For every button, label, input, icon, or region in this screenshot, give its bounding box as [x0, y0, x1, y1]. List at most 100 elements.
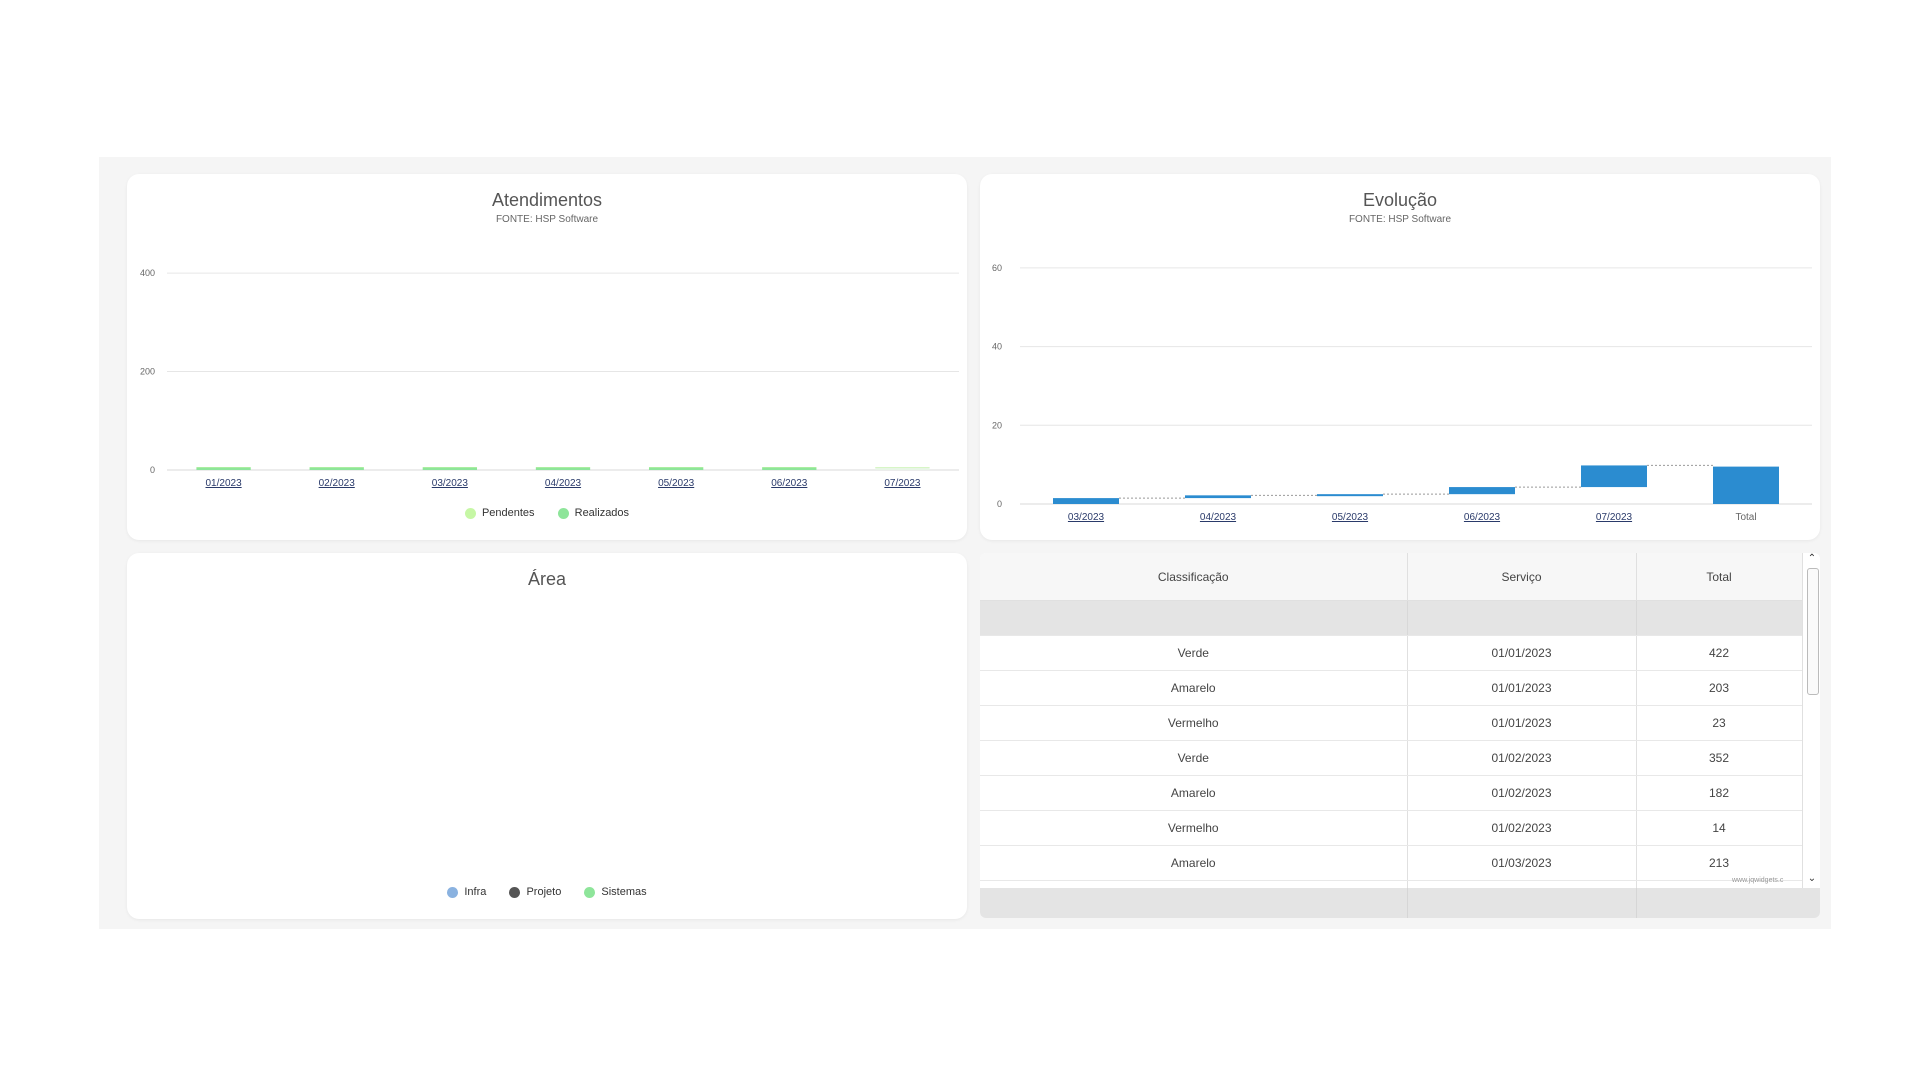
table-footer	[980, 888, 1820, 918]
cell-total: 203	[1636, 670, 1803, 706]
cell-servico: 01/03/2023	[1407, 845, 1637, 881]
x-tick-label: 06/2023	[1464, 512, 1501, 523]
legend-item-infra[interactable]: Infra	[447, 886, 486, 898]
legend-item-realizados[interactable]: Realizados	[557, 507, 630, 519]
waterfall-bar	[1185, 495, 1251, 499]
table-row[interactable]: Amarelo 01/01/2023 203	[980, 670, 1803, 706]
bar-pendentes	[762, 467, 817, 468]
filter-row	[980, 600, 1803, 636]
y-tick-label: 0	[150, 465, 155, 475]
y-tick-label: 60	[992, 263, 1002, 273]
waterfall-bar	[1581, 465, 1647, 488]
x-tick-label: 01/2023	[205, 478, 242, 489]
watermark: www.jqwidgets.c	[1732, 877, 1784, 884]
scroll-down-icon[interactable]: ⌄	[1803, 873, 1820, 884]
x-tick-label: 07/2023	[884, 478, 921, 489]
cell-classificacao: Vermelho	[980, 810, 1408, 846]
evolucao-card: Evolução FONTE: HSP Software 0 20 40 60 03/2…	[980, 174, 1820, 540]
legend-label-projeto: Projeto	[526, 886, 562, 898]
y-tick-label: 20	[992, 420, 1002, 430]
y-tick-label: 40	[992, 342, 1002, 352]
cell-classificacao: Amarelo	[980, 845, 1408, 881]
x-tick-label: 04/2023	[545, 478, 582, 489]
evolucao-chart: 0 20 40 60 03/2023 04/2023 05/2023 06/2023 07/20…	[992, 263, 1812, 523]
x-tick-label: 07/2023	[1596, 512, 1633, 523]
x-tick-label: 05/2023	[658, 478, 695, 489]
bar-realizados	[535, 467, 591, 470]
legend-item-sistemas[interactable]: Sistemas	[584, 886, 647, 898]
cell-servico: 01/01/2023	[1407, 670, 1637, 706]
table-row[interactable]: Vermelho 01/01/2023 23	[980, 705, 1803, 741]
bar-realizados	[648, 467, 704, 470]
cell-classificacao: Amarelo	[980, 775, 1408, 811]
bar-realizados	[196, 467, 251, 470]
cell-classificacao: Verde	[980, 635, 1408, 671]
bar-pendentes	[309, 467, 364, 468]
cell-servico: 01/02/2023	[1407, 740, 1637, 776]
projeto-dot-icon	[509, 886, 521, 898]
cell-servico: 01/01/2023	[1407, 635, 1637, 671]
cell-total: 182	[1636, 775, 1803, 811]
waterfall-bar	[1317, 494, 1383, 497]
legend-label-infra: Infra	[464, 886, 487, 898]
area-title: Área	[527, 569, 567, 589]
bar-realizados	[309, 467, 364, 470]
table-row[interactable]: Verde 01/02/2023 352	[980, 740, 1803, 776]
y-tick-label: 0	[997, 499, 1002, 509]
table-row[interactable]: Amarelo 01/02/2023 182	[980, 775, 1803, 811]
data-table: Classificação Serviço Total Verde 01/01/2…	[980, 553, 1803, 916]
x-tick-label: 03/2023	[1068, 512, 1105, 523]
cell-classificacao: Amarelo	[980, 670, 1408, 706]
bar-realizados	[422, 467, 478, 470]
legend-label-realizados: Realizados	[574, 507, 630, 519]
waterfall-bar	[1449, 487, 1515, 495]
cell-total: 213	[1636, 845, 1803, 881]
vertical-scrollbar[interactable]: ⌃ ⌄	[1802, 553, 1820, 888]
cell-classificacao: Vermelho	[980, 705, 1408, 741]
atendimentos-chart: 0 200 400 01/2023 02/2023 03/2023 04/2023 05/20…	[140, 268, 959, 489]
scroll-up-icon[interactable]: ⌃	[1803, 553, 1820, 564]
column-header-servico[interactable]: Serviço	[1407, 553, 1637, 601]
scroll-thumb[interactable]	[1807, 568, 1819, 695]
table-row[interactable]: Amarelo 01/03/2023 213	[980, 845, 1803, 881]
cell-servico: 01/02/2023	[1407, 775, 1637, 811]
waterfall-bar	[1713, 466, 1779, 504]
filter-cell-total[interactable]	[1636, 600, 1803, 636]
data-grid: Classificação Serviço Total Verde 01/01/2…	[980, 553, 1820, 918]
column-header-classificacao[interactable]: Classificação	[980, 553, 1408, 601]
cell-classificacao: Verde	[980, 740, 1408, 776]
table-header-row: Classificação Serviço Total	[980, 553, 1803, 601]
cell-total: 14	[1636, 810, 1803, 846]
area-legend: Infra Projeto Sistemas	[127, 886, 967, 901]
sistemas-dot-icon	[584, 886, 596, 898]
bar-realizados	[875, 467, 930, 470]
x-tick-label: 06/2023	[771, 478, 808, 489]
x-tick-label: 02/2023	[319, 478, 356, 489]
legend-item-pendentes[interactable]: Pendentes	[464, 507, 535, 519]
bar-pendentes	[422, 467, 478, 468]
waterfall-bar	[1053, 498, 1119, 504]
x-tick-label: Total	[1735, 512, 1756, 523]
bar-pendentes	[648, 467, 704, 468]
x-tick-label: 04/2023	[1200, 512, 1237, 523]
cell-servico: 01/01/2023	[1407, 705, 1637, 741]
area-card: Área Infra Projeto Sistemas	[127, 553, 967, 919]
legend-label-pendentes: Pendentes	[481, 507, 535, 519]
legend-label-sistemas: Sistemas	[601, 886, 647, 898]
bar-pendentes	[875, 467, 930, 468]
atendimentos-card: Atendimentos FONTE: HSP Software 0 200 400…	[127, 174, 967, 540]
realizados-dot-icon	[557, 507, 569, 519]
bar-pendentes	[196, 467, 251, 468]
legend-item-projeto[interactable]: Projeto	[509, 886, 561, 898]
table-row[interactable]: Verde 01/01/2023 422	[980, 635, 1803, 671]
y-tick-label: 200	[140, 367, 155, 377]
table-row[interactable]: Vermelho 01/02/2023 14	[980, 810, 1803, 846]
y-tick-label: 400	[140, 268, 155, 278]
cell-total: 23	[1636, 705, 1803, 741]
atendimentos-legend: Pendentes Realizados	[127, 507, 967, 522]
cell-total: 352	[1636, 740, 1803, 776]
column-header-total[interactable]: Total	[1636, 553, 1803, 601]
bar-realizados	[762, 467, 817, 470]
filter-cell-servico[interactable]	[1407, 600, 1637, 636]
filter-cell-classificacao[interactable]	[980, 600, 1408, 636]
